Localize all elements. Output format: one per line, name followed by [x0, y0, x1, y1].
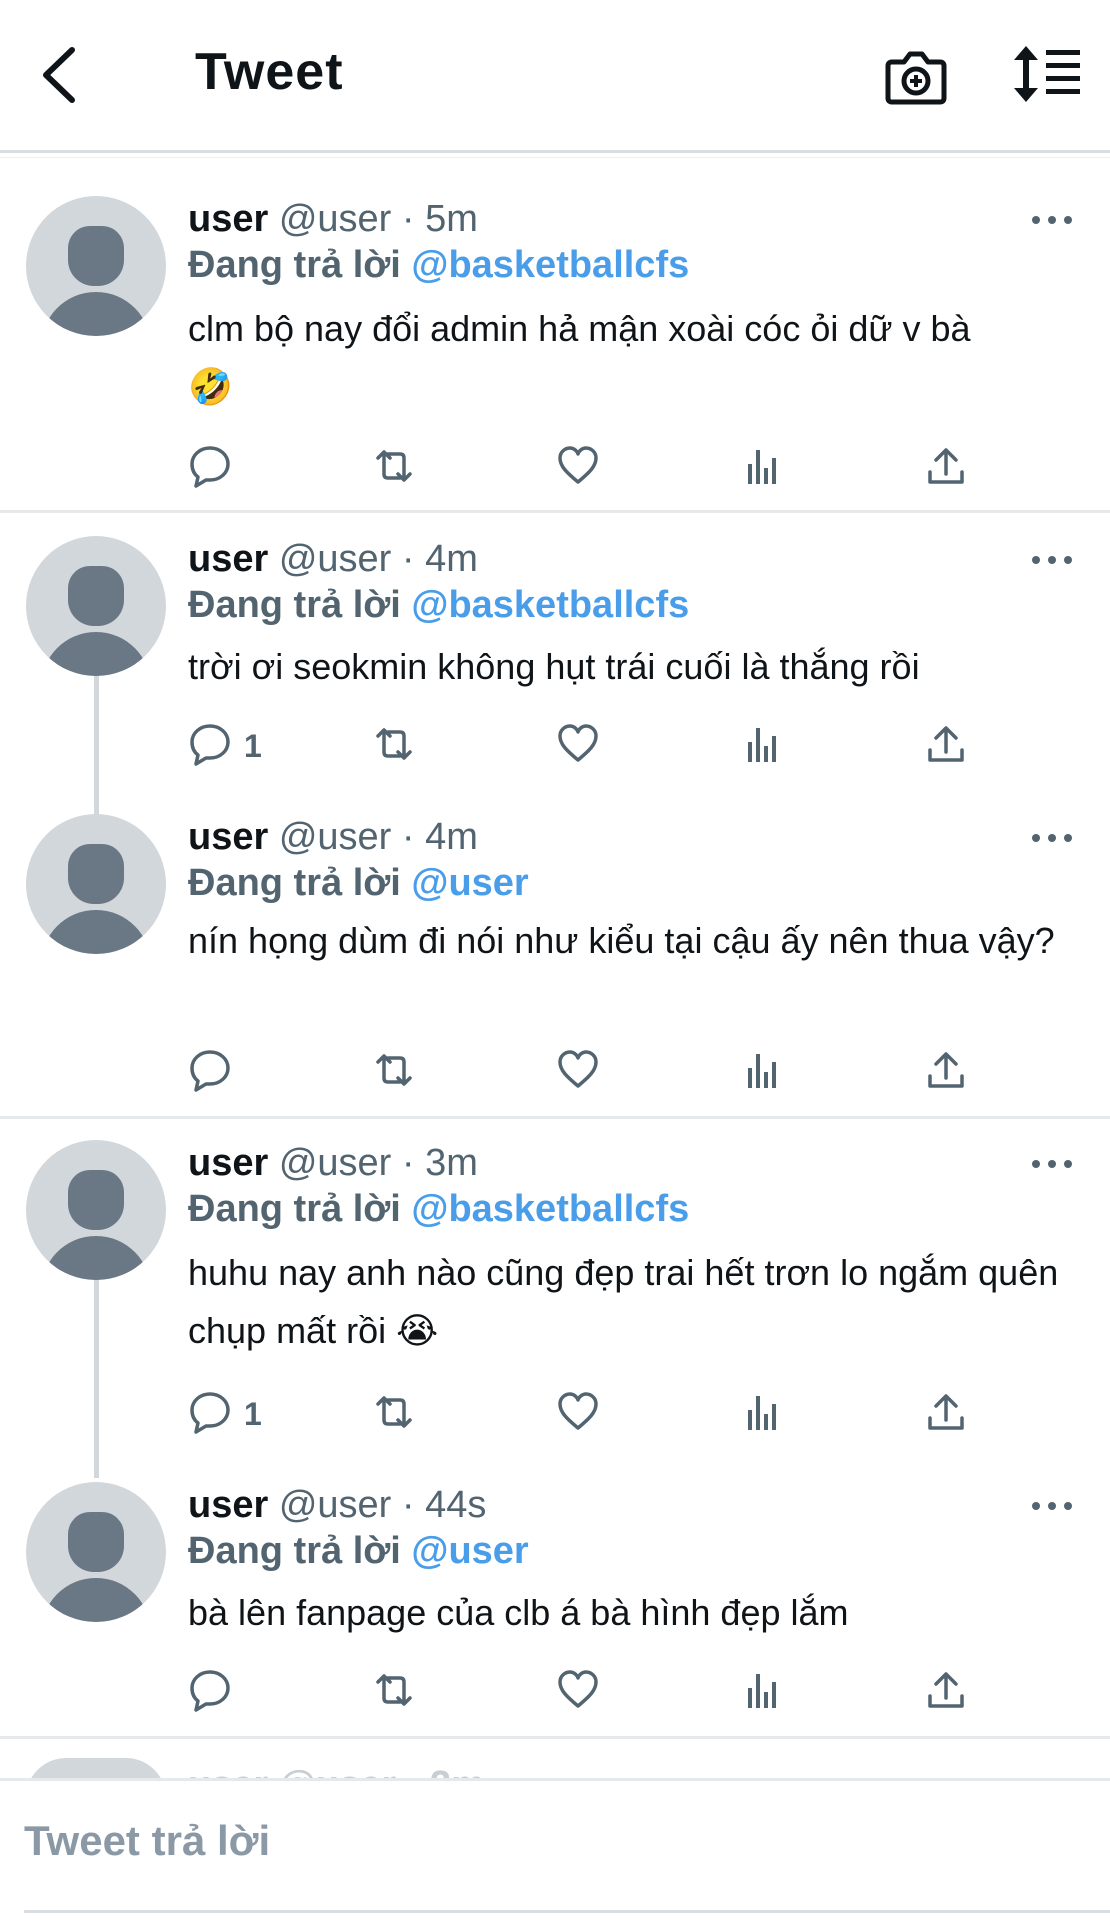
analytics-icon[interactable]: [740, 1668, 784, 1718]
analytics-icon[interactable]: [740, 1048, 784, 1098]
analytics-icon[interactable]: [740, 1390, 784, 1440]
tweet-header: user @user · 5m: [188, 197, 478, 241]
like-heart-icon[interactable]: [556, 444, 600, 494]
more-options-icon[interactable]: [1032, 828, 1076, 848]
retweet-icon[interactable]: [372, 1390, 416, 1440]
user-name[interactable]: user: [188, 1142, 268, 1184]
user-handle-time: @user · 3m: [278, 1142, 478, 1184]
retweet-icon[interactable]: [372, 444, 416, 494]
header-divider-shadow: [0, 157, 1110, 158]
share-icon[interactable]: [924, 722, 968, 772]
avatar[interactable]: [26, 1482, 166, 1622]
tweet-text: clm bộ nay đổi admin hả mận xoài cóc ỏi …: [188, 308, 971, 407]
back-arrow-icon[interactable]: [36, 42, 86, 108]
user-name[interactable]: user: [188, 816, 268, 858]
share-icon[interactable]: [924, 444, 968, 494]
replying-to: Đang trả lời @basketballcfs: [188, 244, 690, 286]
tweet-divider: [0, 1116, 1110, 1119]
analytics-icon[interactable]: [740, 444, 784, 494]
composer-divider: [24, 1910, 1110, 1913]
like-heart-icon[interactable]: [556, 722, 600, 772]
reply-input[interactable]: Tweet trả lời: [24, 1817, 270, 1865]
thread-line: [94, 1278, 99, 1478]
reply-icon[interactable]: [188, 1048, 232, 1098]
mention-link[interactable]: @basketballcfs: [411, 244, 689, 286]
avatar[interactable]: [26, 814, 166, 954]
thread-line: [94, 676, 99, 816]
tweet-header: user @user · 44s: [188, 1483, 486, 1527]
like-heart-icon[interactable]: [556, 1048, 600, 1098]
avatar[interactable]: [26, 196, 166, 336]
retweet-icon[interactable]: [372, 722, 416, 772]
user-handle-time: @user · 4m: [278, 538, 478, 580]
emoji-crying-icon: 😭: [396, 1310, 439, 1351]
more-options-icon[interactable]: [1032, 1496, 1076, 1516]
mention-link[interactable]: @user: [411, 862, 528, 904]
mention-link[interactable]: @user: [411, 1530, 528, 1572]
user-name[interactable]: user: [188, 1484, 268, 1526]
like-heart-icon[interactable]: [556, 1390, 600, 1440]
user-handle-time: @user · 4m: [278, 816, 478, 858]
more-options-icon[interactable]: [1032, 210, 1076, 230]
user-name[interactable]: user: [188, 538, 268, 580]
mention-link[interactable]: @basketballcfs: [411, 584, 689, 626]
retweet-icon[interactable]: [372, 1668, 416, 1718]
replying-to: Đang trả lời @basketballcfs: [188, 584, 690, 626]
tweet-divider: [0, 510, 1110, 513]
user-handle-time: @user · 44s: [278, 1484, 487, 1526]
reply-icon[interactable]: 1: [188, 1390, 262, 1440]
share-icon[interactable]: [924, 1048, 968, 1098]
tweet-text: trời ơi seokmin không hụt trái cuối là t…: [188, 646, 920, 687]
share-icon[interactable]: [924, 1668, 968, 1718]
tweet-actions: 1: [188, 1390, 1008, 1440]
tweet-text: bà lên fanpage của clb á bà hình đẹp lắm: [188, 1592, 849, 1633]
avatar[interactable]: [26, 536, 166, 676]
reply-count: 1: [244, 1396, 262, 1432]
replying-to: Đang trả lời @user: [188, 862, 529, 904]
tweet-divider: [0, 1736, 1110, 1739]
sort-replies-icon[interactable]: [1012, 44, 1082, 104]
more-options-icon[interactable]: [1032, 550, 1076, 570]
page-title: Tweet: [195, 43, 344, 101]
tweet-actions: [188, 1048, 1008, 1098]
mention-link[interactable]: @basketballcfs: [411, 1188, 689, 1230]
tweet-text: nín họng dùm đi nói như kiểu tại cậu ấy …: [188, 920, 1055, 961]
analytics-icon[interactable]: [740, 722, 784, 772]
tweet-header: user @user · 3m: [188, 1141, 478, 1185]
header-divider: [0, 150, 1110, 153]
reply-icon[interactable]: 1: [188, 722, 262, 772]
reply-icon[interactable]: [188, 1668, 232, 1718]
tweet-actions: [188, 444, 1008, 494]
tweet-actions: [188, 1668, 1008, 1718]
avatar[interactable]: [26, 1140, 166, 1280]
user-handle-time: @user · 5m: [278, 198, 478, 240]
top-bar: Tweet: [0, 0, 1110, 150]
retweet-icon[interactable]: [372, 1048, 416, 1098]
tweet-header: user @user · 4m: [188, 537, 478, 581]
tweet-text: huhu nay anh nào cũng đẹp trai hết trơn …: [188, 1252, 1059, 1351]
user-name[interactable]: user: [188, 198, 268, 240]
like-heart-icon[interactable]: [556, 1668, 600, 1718]
tweet-actions: 1: [188, 722, 1008, 772]
more-options-icon[interactable]: [1032, 1154, 1076, 1174]
tweet-header: user @user · 4m: [188, 815, 478, 859]
reply-count: 1: [244, 728, 262, 764]
camera-plus-icon[interactable]: [884, 44, 948, 108]
emoji-rofl-icon: 🤣: [188, 366, 233, 407]
replying-to: Đang trả lời @basketballcfs: [188, 1188, 690, 1230]
replying-to: Đang trả lời @user: [188, 1530, 529, 1572]
share-icon[interactable]: [924, 1390, 968, 1440]
reply-icon[interactable]: [188, 444, 232, 494]
reply-composer[interactable]: Tweet trả lời: [0, 1778, 1110, 1923]
